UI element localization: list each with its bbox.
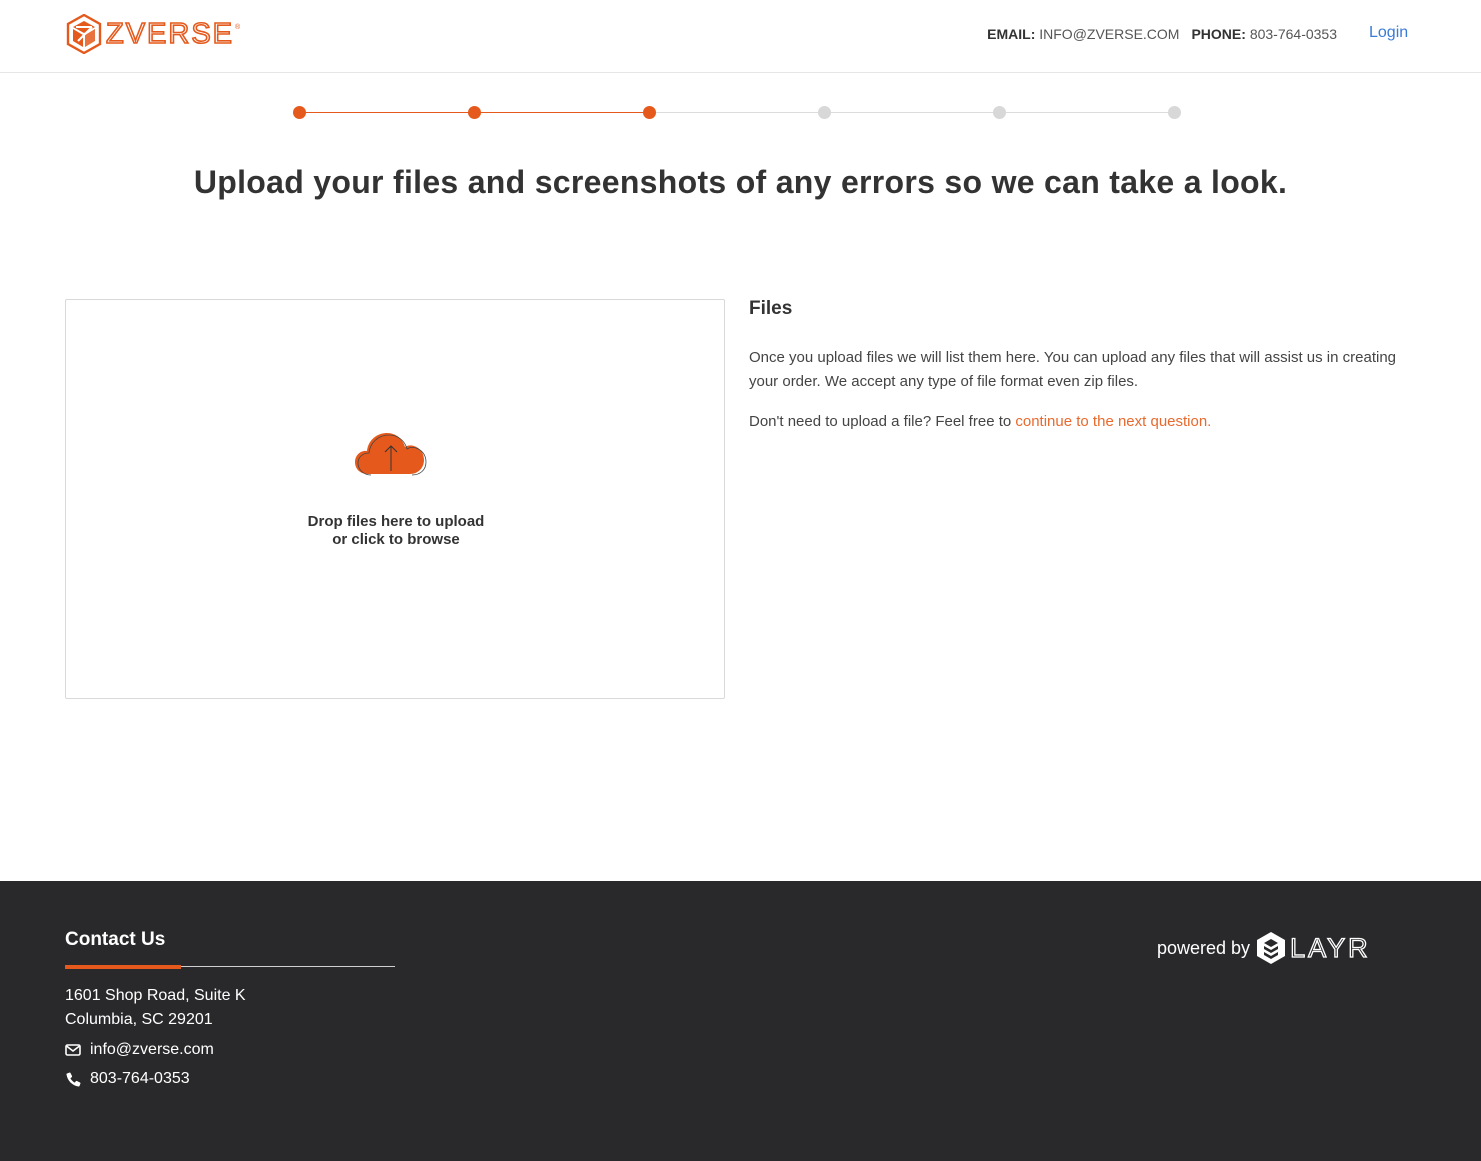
step-connector (299, 112, 474, 113)
envelope-icon (65, 1042, 81, 1058)
files-description: Once you upload files we will list them … (749, 349, 1397, 390)
site-footer: Contact Us 1601 Shop Road, Suite K Colum… (0, 881, 1481, 1161)
address-line-1: 1601 Shop Road, Suite K (65, 987, 246, 1004)
footer-phone-row[interactable]: 803-764-0353 (65, 1070, 190, 1088)
page-heading: Upload your files and screenshots of any… (193, 164, 1288, 200)
powered-by-layr[interactable]: powered by LAYR (1157, 931, 1371, 965)
footer-email[interactable]: info@zverse.com (90, 1041, 214, 1059)
files-title: Files (749, 298, 793, 319)
step-connector (649, 112, 824, 113)
step-dot-2 (468, 106, 481, 119)
footer-address: 1601 Shop Road, Suite K Columbia, SC 292… (65, 984, 246, 1032)
step-connector (474, 112, 649, 113)
step-dot-6 (1168, 106, 1181, 119)
skip-prefix: Don't need to upload a file? Feel free t… (749, 413, 1016, 430)
step-dot-4 (818, 106, 831, 119)
step-dot-5 (993, 106, 1006, 119)
footer-contact-title: Contact Us (65, 929, 166, 950)
header-contact-info: EMAIL: INFO@ZVERSE.COM PHONE: 803-764-03… (987, 26, 1337, 42)
login-link[interactable]: Login (1369, 24, 1408, 42)
step-dot-1 (293, 106, 306, 119)
site-header: ZVERSE ® EMAIL: INFO@ZVERSE.COM PHONE: 8… (0, 0, 1481, 73)
powered-by-text: powered by (1157, 937, 1251, 958)
footer-email-row[interactable]: info@zverse.com (65, 1041, 214, 1059)
dropzone-line-1: Drop files here to upload (307, 513, 485, 530)
step-connector (824, 112, 999, 113)
email-value: INFO@ZVERSE.COM (1039, 26, 1180, 42)
header-phone: PHONE: 803-764-0353 (1191, 26, 1337, 42)
layr-logo-icon (1257, 932, 1286, 964)
footer-divider-accent (65, 965, 181, 969)
footer-phone[interactable]: 803-764-0353 (90, 1070, 190, 1088)
zverse-logo[interactable]: ZVERSE ® (66, 14, 240, 54)
zverse-logo-icon (66, 14, 102, 54)
layr-brand-text: LAYR (1289, 932, 1371, 963)
phone-value: 803-764-0353 (1249, 26, 1337, 42)
logo-text: ZVERSE (105, 17, 235, 51)
phone-label: PHONE: (1191, 26, 1246, 42)
dropzone-text: Drop files here to upload or click to br… (66, 513, 726, 549)
step-connector (999, 112, 1174, 113)
dropzone-line-2: or click to browse (332, 531, 460, 548)
logo-registered-mark: ® (235, 24, 241, 31)
email-label: EMAIL: (987, 26, 1036, 42)
progress-stepper (292, 105, 1182, 121)
phone-icon (65, 1071, 81, 1087)
continue-next-question-link[interactable]: continue to the next question. (1015, 413, 1211, 430)
address-line-2: Columbia, SC 29201 (65, 1011, 213, 1028)
step-dot-3 (643, 106, 656, 119)
files-skip-text: Don't need to upload a file? Feel free t… (749, 410, 1211, 434)
file-dropzone[interactable]: Drop files here to upload or click to br… (65, 299, 725, 699)
upload-cloud-icon (355, 433, 427, 476)
header-email: EMAIL: INFO@ZVERSE.COM (987, 26, 1179, 42)
